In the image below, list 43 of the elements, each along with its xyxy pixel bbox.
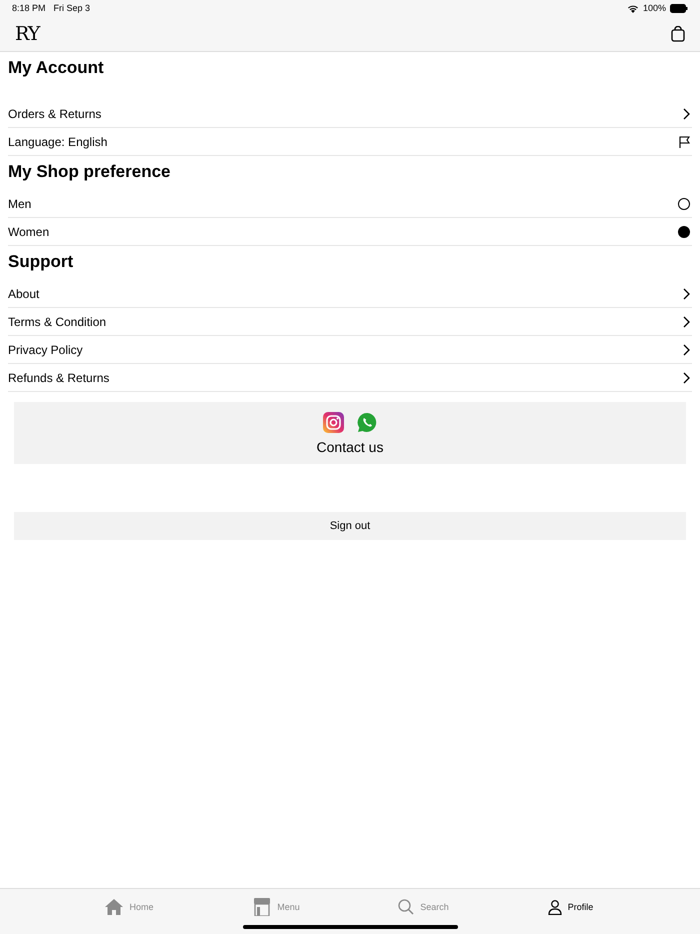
list-item[interactable]: Orders & Returns bbox=[8, 100, 692, 128]
logo[interactable]: RY bbox=[15, 22, 40, 44]
list-item[interactable]: Men bbox=[8, 190, 692, 218]
item-label: Refunds & Returns bbox=[8, 370, 110, 384]
house-icon bbox=[105, 899, 124, 915]
whatsapp-icon[interactable] bbox=[356, 412, 378, 432]
section-heading: My Account bbox=[8, 57, 105, 79]
item-label: Language: English bbox=[8, 134, 108, 148]
wifi-icon bbox=[626, 4, 639, 12]
chevron-right-icon bbox=[683, 344, 690, 356]
chevron-right-icon bbox=[683, 108, 690, 120]
section-heading: My Shop preference bbox=[8, 161, 172, 183]
radio-button[interactable] bbox=[678, 226, 690, 238]
chevron-right-icon bbox=[683, 372, 690, 384]
item-label: Orders & Returns bbox=[8, 106, 102, 120]
search-icon bbox=[398, 899, 414, 915]
list-item[interactable]: Terms & Condition bbox=[8, 308, 692, 336]
battery-level: 100% bbox=[642, 3, 666, 13]
list-item[interactable]: Refunds & Returns bbox=[8, 364, 692, 392]
chevron-right-icon bbox=[683, 316, 690, 328]
item-label: About bbox=[8, 286, 40, 300]
list-item[interactable]: Language: English bbox=[8, 128, 692, 156]
battery-icon bbox=[670, 4, 688, 12]
radio-button[interactable] bbox=[678, 198, 690, 210]
item-label: Privacy Policy bbox=[8, 342, 83, 356]
item-label: Men bbox=[8, 196, 32, 210]
contact-label[interactable]: Contact us bbox=[316, 438, 384, 454]
item-label: Terms & Condition bbox=[8, 314, 106, 328]
sign-out-button[interactable]: Sign out bbox=[14, 512, 686, 540]
flag-icon bbox=[679, 136, 690, 148]
section-heading: Support bbox=[8, 251, 74, 273]
list-item[interactable]: About bbox=[8, 280, 692, 308]
person-icon bbox=[548, 900, 562, 914]
list-item[interactable]: Privacy Policy bbox=[8, 336, 692, 364]
shopping-bag-icon[interactable] bbox=[671, 26, 685, 42]
chevron-right-icon bbox=[683, 288, 690, 300]
status-date: Fri Sep 3 bbox=[54, 3, 90, 13]
item-label: Women bbox=[8, 224, 50, 238]
instagram-icon[interactable] bbox=[322, 412, 344, 432]
list-item[interactable]: Women bbox=[8, 218, 692, 246]
tab[interactable]: Profile bbox=[497, 889, 644, 925]
storefront-icon bbox=[253, 898, 272, 916]
status-time: 8:18 PM bbox=[12, 3, 46, 13]
